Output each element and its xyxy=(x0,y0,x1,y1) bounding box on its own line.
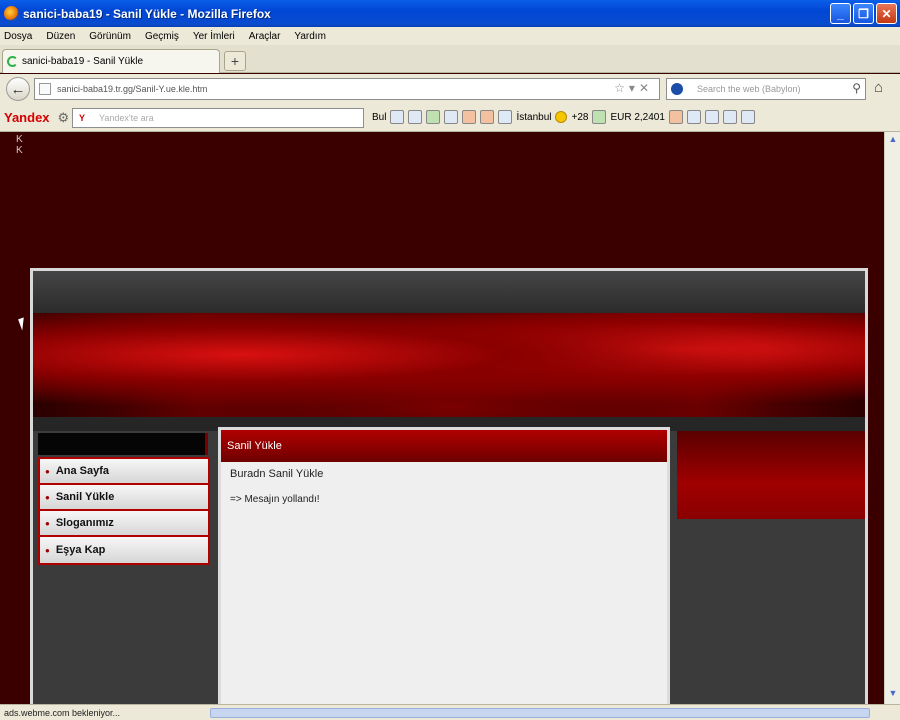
currency-label[interactable]: EUR 2,2401 xyxy=(610,112,664,123)
stop-icon[interactable]: ✕ xyxy=(639,81,653,95)
sidebar-item-items[interactable]: ● Eşya Kap xyxy=(40,537,208,563)
page-viewport: K K ● Ana Sayfa ● Sanil Yükle ● Sloganım… xyxy=(0,132,884,704)
disk-icon[interactable] xyxy=(686,110,701,124)
dropdown-icon[interactable]: ▾ xyxy=(629,81,639,95)
bullet-icon: ● xyxy=(45,466,50,476)
bookmark-icon[interactable] xyxy=(390,110,405,124)
yandex-search-placeholder: Yandex'te ara xyxy=(99,113,154,123)
web-search-bar[interactable]: Search the web (Babylon) ⚲ xyxy=(666,78,866,100)
search-placeholder: Search the web (Babylon) xyxy=(697,84,801,94)
corner-text: K K xyxy=(16,134,23,156)
bookmark-star-icon[interactable]: ☆ xyxy=(614,81,629,95)
content-message: => Mesajın yollandı! xyxy=(230,494,320,505)
sidebar-item-label: Eşya Kap xyxy=(55,544,106,556)
yandex-tools: Bul İstanbul +28 EUR 2,2401 xyxy=(372,110,755,124)
weather-icon[interactable] xyxy=(498,110,513,124)
menu-file[interactable]: Dosya xyxy=(4,31,32,42)
menu-tools[interactable]: Araçlar xyxy=(249,31,281,42)
site-frame: ● Ana Sayfa ● Sanil Yükle ● Sloganımız ●… xyxy=(30,268,868,704)
back-arrow-icon: ← xyxy=(10,80,26,98)
city-label[interactable]: İstanbul xyxy=(516,112,551,123)
loading-spinner-icon xyxy=(7,56,18,67)
sidebar-header xyxy=(38,433,208,455)
sun-icon xyxy=(555,111,568,123)
bullet-icon: ● xyxy=(45,545,50,555)
bullet-icon: ● xyxy=(45,492,50,502)
yandex-search-input[interactable]: Y Yandex'te ara xyxy=(72,108,364,128)
gear-icon[interactable]: ⚙ xyxy=(58,110,70,126)
news-icon[interactable] xyxy=(668,110,683,124)
menu-bar: Dosya Düzen Görünüm Geçmiş Yer İmleri Ar… xyxy=(0,27,900,45)
gmail-icon[interactable] xyxy=(480,110,495,124)
mail-icon[interactable] xyxy=(444,110,459,124)
sidebar-menu: ● Ana Sayfa ● Sanil Yükle ● Sloganımız ●… xyxy=(38,457,210,565)
window-controls: _ ❐ ✕ xyxy=(830,3,897,24)
maximize-button[interactable]: ❐ xyxy=(853,3,874,24)
currency-icon xyxy=(592,110,607,124)
menu-edit[interactable]: Düzen xyxy=(46,31,75,42)
mouse-cursor-icon xyxy=(18,317,28,331)
menu-view[interactable]: Görünüm xyxy=(89,31,131,42)
minimize-button[interactable]: _ xyxy=(830,3,851,24)
bullet-icon: ● xyxy=(45,518,50,528)
play-icon[interactable] xyxy=(722,110,737,124)
sidebar-item-upload[interactable]: ● Sanil Yükle xyxy=(40,485,208,511)
chat-icon[interactable] xyxy=(408,110,423,124)
main-content: Sanil Yükle Buradn Sanil Yükle => Mesajı… xyxy=(218,427,670,704)
yandex-y-icon: Y xyxy=(79,113,86,123)
right-panel xyxy=(677,431,865,519)
url-text: sanici-baba19.tr.gg/Sanil-Y.ue.kle.htm xyxy=(57,84,208,94)
content-title: Sanil Yükle xyxy=(221,430,667,462)
social-icon[interactable] xyxy=(462,110,477,124)
search-icon[interactable]: ⚲ xyxy=(852,81,861,95)
content-line: Buradn Sanil Yükle xyxy=(230,468,324,480)
translate-icon[interactable] xyxy=(426,110,441,124)
site-banner xyxy=(33,313,865,417)
status-bar: ads.webme.com bekleniyor... xyxy=(0,704,900,720)
sidebar-item-slogan[interactable]: ● Sloganımız xyxy=(40,511,208,537)
settings-icon[interactable] xyxy=(740,110,755,124)
url-tools[interactable]: ☆▾✕ xyxy=(614,81,653,95)
speaker-icon[interactable] xyxy=(704,110,719,124)
search-engine-icon[interactable] xyxy=(671,83,683,95)
site-sidebar: ● Ana Sayfa ● Sanil Yükle ● Sloganımız ●… xyxy=(38,433,210,565)
menu-help[interactable]: Yardım xyxy=(294,31,326,42)
yandex-toolbar: Yandex ⚙ Y Yandex'te ara Bul İstanbul +2… xyxy=(0,104,900,132)
close-button[interactable]: ✕ xyxy=(876,3,897,24)
tab-bar: sanici-baba19 - Sanil Yükle + xyxy=(0,45,900,73)
status-text: ads.webme.com bekleniyor... xyxy=(4,707,121,718)
url-bar[interactable]: sanici-baba19.tr.gg/Sanil-Y.ue.kle.htm ☆… xyxy=(34,78,660,100)
navigation-bar: ← sanici-baba19.tr.gg/Sanil-Y.ue.kle.htm… xyxy=(0,74,900,104)
firefox-icon xyxy=(4,6,19,21)
scroll-down-icon[interactable]: ▼ xyxy=(887,688,899,702)
tab-current[interactable]: sanici-baba19 - Sanil Yükle xyxy=(2,49,220,73)
site-header-strip xyxy=(33,271,865,313)
yandex-logo[interactable]: Yandex xyxy=(4,110,50,125)
menu-bookmarks[interactable]: Yer İmleri xyxy=(193,31,235,42)
new-tab-button[interactable]: + xyxy=(224,51,246,71)
sidebar-item-label: Sloganımız xyxy=(55,517,114,529)
temperature-label[interactable]: +28 xyxy=(571,112,588,123)
scroll-up-icon[interactable]: ▲ xyxy=(887,134,899,148)
vertical-scrollbar[interactable]: ▲ ▼ xyxy=(884,132,900,704)
menu-history[interactable]: Geçmiş xyxy=(145,31,179,42)
horizontal-scrollbar[interactable] xyxy=(210,708,870,718)
page-favicon-icon xyxy=(39,83,51,95)
home-icon[interactable]: ⌂ xyxy=(874,79,883,96)
tab-label: sanici-baba19 - Sanil Yükle xyxy=(22,56,144,67)
sidebar-item-label: Ana Sayfa xyxy=(55,465,110,477)
window-title: sanici-baba19 - Sanil Yükle - Mozilla Fi… xyxy=(23,6,271,21)
yandex-find-button[interactable]: Bul xyxy=(372,112,386,123)
sidebar-item-label: Sanil Yükle xyxy=(55,491,115,503)
back-button[interactable]: ← xyxy=(6,77,30,101)
sidebar-item-home[interactable]: ● Ana Sayfa xyxy=(40,459,208,485)
window-title-bar: sanici-baba19 - Sanil Yükle - Mozilla Fi… xyxy=(0,0,900,27)
